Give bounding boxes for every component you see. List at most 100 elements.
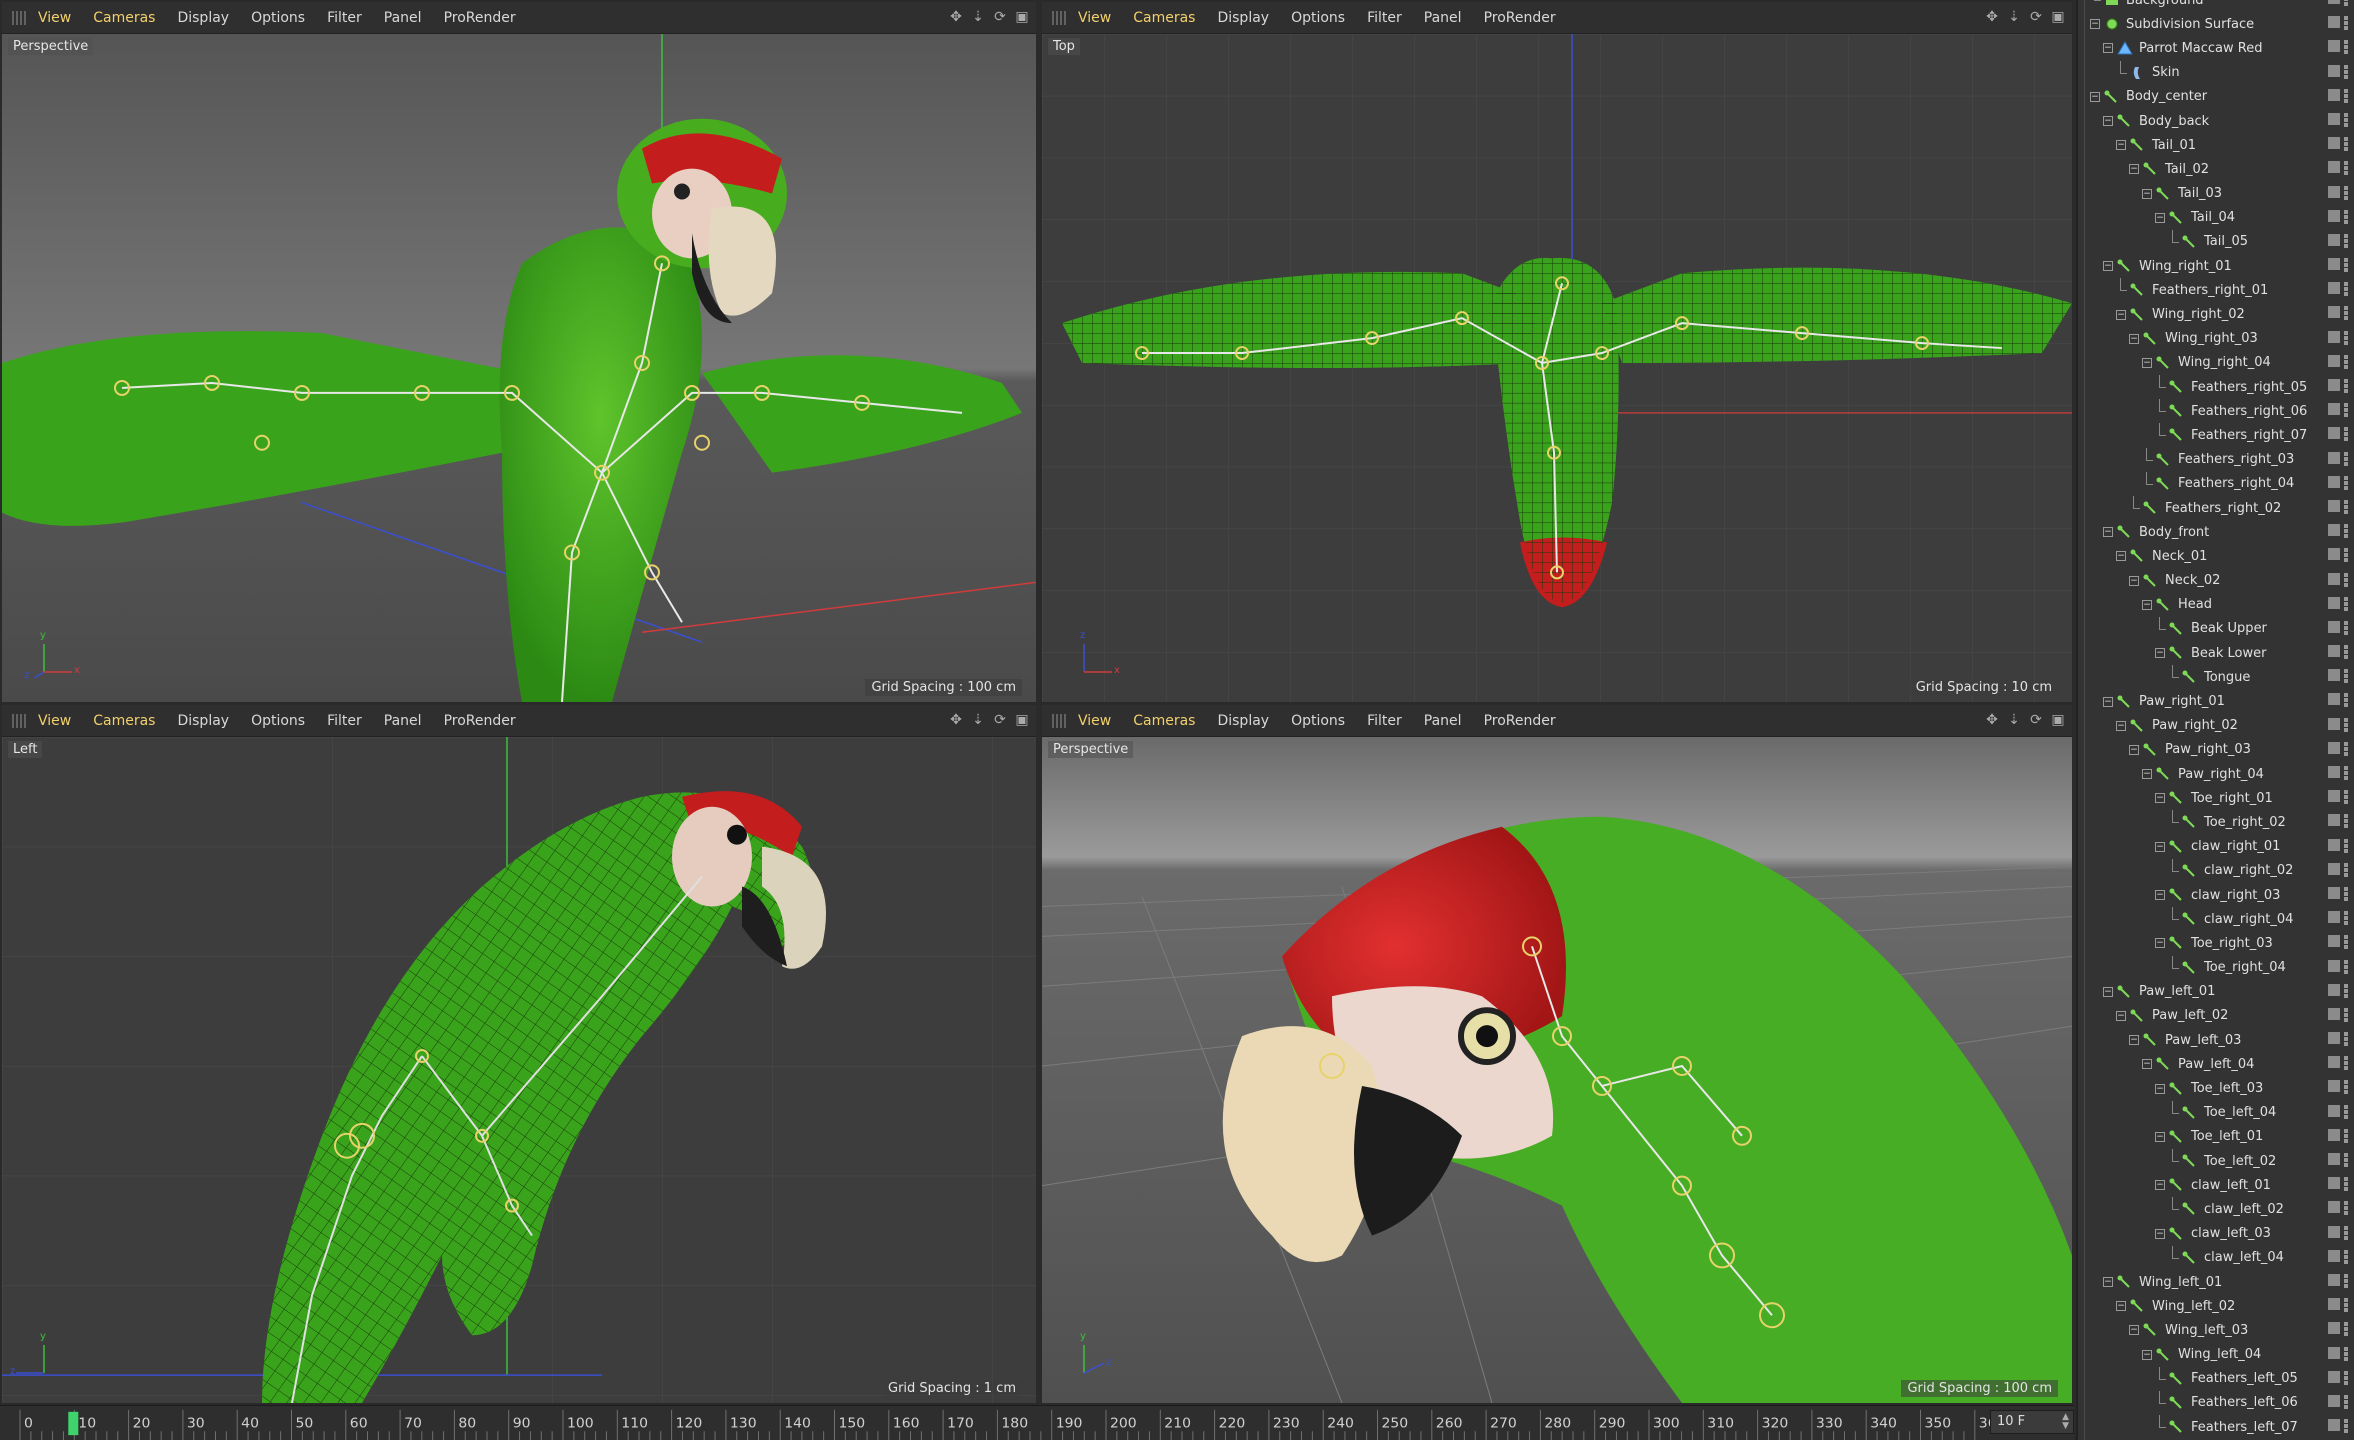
object-row[interactable]: − Tail_02 <box>2090 157 2354 181</box>
object-row[interactable]: − Paw_right_04 <box>2090 762 2354 786</box>
visibility-dots-icon[interactable] <box>2344 1370 2348 1385</box>
object-row[interactable]: − Paw_left_04 <box>2090 1052 2354 1076</box>
enable-checkbox-icon[interactable] <box>2328 911 2340 924</box>
collapse-toggle-icon[interactable]: − <box>2103 116 2113 127</box>
enable-checkbox-icon[interactable] <box>2328 112 2340 125</box>
enable-checkbox-icon[interactable] <box>2328 427 2340 440</box>
visibility-dots-icon[interactable] <box>2344 1249 2348 1264</box>
visibility-dots-icon[interactable] <box>2344 741 2348 756</box>
maximize-view-icon[interactable]: ▣ <box>1014 712 1030 728</box>
menu-prorender[interactable]: ProRender <box>444 10 516 26</box>
menu-cameras[interactable]: Cameras <box>93 713 155 729</box>
dolly-view-icon[interactable]: ⇣ <box>2006 712 2022 728</box>
viewport-perspective-top-left[interactable]: View Cameras Display Options Filter Pane… <box>0 0 1038 704</box>
menu-display[interactable]: Display <box>177 713 229 729</box>
visibility-dots-icon[interactable] <box>2344 16 2348 31</box>
viewport-perspective-bottom-right[interactable]: View Cameras Display Options Filter Pane… <box>1040 703 2074 1405</box>
enable-checkbox-icon[interactable] <box>2328 693 2340 706</box>
object-row[interactable]: − Parrot Maccaw Red <box>2090 36 2354 60</box>
visibility-dots-icon[interactable] <box>2344 0 2348 6</box>
collapse-toggle-icon[interactable]: − <box>2155 793 2165 804</box>
object-row[interactable]: Feathers_right_03 <box>2090 447 2354 472</box>
visibility-dots-icon[interactable] <box>2344 354 2348 369</box>
menu-cameras[interactable]: Cameras <box>1133 10 1195 26</box>
rotate-view-icon[interactable]: ⟳ <box>992 9 1008 25</box>
enable-checkbox-icon[interactable] <box>2328 645 2340 658</box>
timeline-ruler[interactable]: 0 10 20 30 40 50 60 70 80 90 100 110 120 130 140 150 160… <box>0 1405 2074 1440</box>
visibility-dots-icon[interactable] <box>2344 282 2348 297</box>
visibility-dots-icon[interactable] <box>2344 645 2348 660</box>
viewport-grip-icon[interactable] <box>1052 10 1068 25</box>
object-row[interactable]: Toe_left_02 <box>2090 1149 2354 1173</box>
object-row[interactable]: Feathers_right_07 <box>2090 423 2354 447</box>
current-frame-field[interactable]: 10 F ▲ ▼ <box>1990 1410 2074 1434</box>
object-row[interactable]: − Subdivision Surface <box>2090 12 2354 36</box>
enable-checkbox-icon[interactable] <box>2328 354 2340 367</box>
collapse-toggle-icon[interactable]: − <box>2155 938 2165 949</box>
visibility-dots-icon[interactable] <box>2344 524 2348 539</box>
menu-options[interactable]: Options <box>251 10 305 26</box>
menu-panel[interactable]: Panel <box>384 10 422 26</box>
visibility-dots-icon[interactable] <box>2344 209 2348 224</box>
enable-checkbox-icon[interactable] <box>2328 886 2340 899</box>
object-row[interactable]: − Toe_right_01 <box>2090 786 2354 810</box>
object-row[interactable]: − claw_right_03 <box>2090 883 2354 907</box>
rotate-view-icon[interactable]: ⟳ <box>2028 712 2044 728</box>
enable-checkbox-icon[interactable] <box>2328 1128 2340 1141</box>
enable-checkbox-icon[interactable] <box>2328 306 2340 319</box>
menu-panel[interactable]: Panel <box>384 713 422 729</box>
object-row[interactable]: Feathers_right_02 <box>2090 496 2354 520</box>
playhead-marker[interactable] <box>68 1411 79 1436</box>
visibility-dots-icon[interactable] <box>2344 451 2348 466</box>
visibility-dots-icon[interactable] <box>2344 1177 2348 1192</box>
object-row[interactable]: − Body_center <box>2090 85 2354 109</box>
object-row[interactable]: Feathers_right_01 <box>2090 278 2354 302</box>
menu-cameras[interactable]: Cameras <box>1133 713 1195 729</box>
collapse-toggle-icon[interactable]: − <box>2155 890 2165 901</box>
dolly-view-icon[interactable]: ⇣ <box>970 712 986 728</box>
visibility-dots-icon[interactable] <box>2344 1273 2348 1288</box>
collapse-toggle-icon[interactable]: − <box>2090 19 2100 30</box>
visibility-dots-icon[interactable] <box>2344 1032 2348 1047</box>
enable-checkbox-icon[interactable] <box>2328 161 2340 174</box>
move-view-icon[interactable]: ✥ <box>948 712 964 728</box>
object-row[interactable]: − Neck_02 <box>2090 569 2354 593</box>
enable-checkbox-icon[interactable] <box>2328 983 2340 996</box>
collapse-toggle-icon[interactable]: − <box>2142 1349 2152 1360</box>
object-row[interactable]: − Tail_01 <box>2090 133 2354 157</box>
enable-checkbox-icon[interactable] <box>2328 451 2340 464</box>
viewport-camera-label[interactable]: Perspective <box>1048 741 1134 758</box>
enable-checkbox-icon[interactable] <box>2328 717 2340 730</box>
object-row[interactable]: claw_right_02 <box>2090 858 2354 883</box>
visibility-dots-icon[interactable] <box>2344 330 2348 345</box>
object-row[interactable]: − Paw_right_03 <box>2090 738 2354 762</box>
visibility-dots-icon[interactable] <box>2344 596 2348 611</box>
enable-checkbox-icon[interactable] <box>2328 1225 2340 1238</box>
object-row[interactable]: − Wing_right_02 <box>2090 302 2354 326</box>
collapse-toggle-icon[interactable]: − <box>2103 261 2113 272</box>
visibility-dots-icon[interactable] <box>2344 935 2348 950</box>
viewport-camera-label[interactable]: Perspective <box>8 38 94 55</box>
visibility-dots-icon[interactable] <box>2344 403 2348 418</box>
visibility-dots-icon[interactable] <box>2344 620 2348 635</box>
visibility-dots-icon[interactable] <box>2344 959 2348 974</box>
menu-options[interactable]: Options <box>251 713 305 729</box>
visibility-dots-icon[interactable] <box>2344 427 2348 442</box>
menu-display[interactable]: Display <box>1217 713 1269 729</box>
object-row[interactable]: − Paw_left_01 <box>2090 980 2354 1004</box>
collapse-toggle-icon[interactable]: − <box>2103 527 2113 538</box>
visibility-dots-icon[interactable] <box>2344 1346 2348 1361</box>
object-row[interactable]: − claw_right_01 <box>2090 835 2354 859</box>
enable-checkbox-icon[interactable] <box>2328 185 2340 198</box>
enable-checkbox-icon[interactable] <box>2328 499 2340 512</box>
viewport-canvas[interactable]: z x <box>1042 34 2072 702</box>
menu-filter[interactable]: Filter <box>327 713 362 729</box>
enable-checkbox-icon[interactable] <box>2328 1032 2340 1045</box>
visibility-dots-icon[interactable] <box>2344 1104 2348 1119</box>
collapse-toggle-icon[interactable]: − <box>2103 696 2113 707</box>
enable-checkbox-icon[interactable] <box>2328 1249 2340 1262</box>
enable-checkbox-icon[interactable] <box>2328 16 2340 29</box>
menu-options[interactable]: Options <box>1291 713 1345 729</box>
collapse-toggle-icon[interactable]: − <box>2116 1010 2126 1021</box>
visibility-dots-icon[interactable] <box>2344 862 2348 877</box>
